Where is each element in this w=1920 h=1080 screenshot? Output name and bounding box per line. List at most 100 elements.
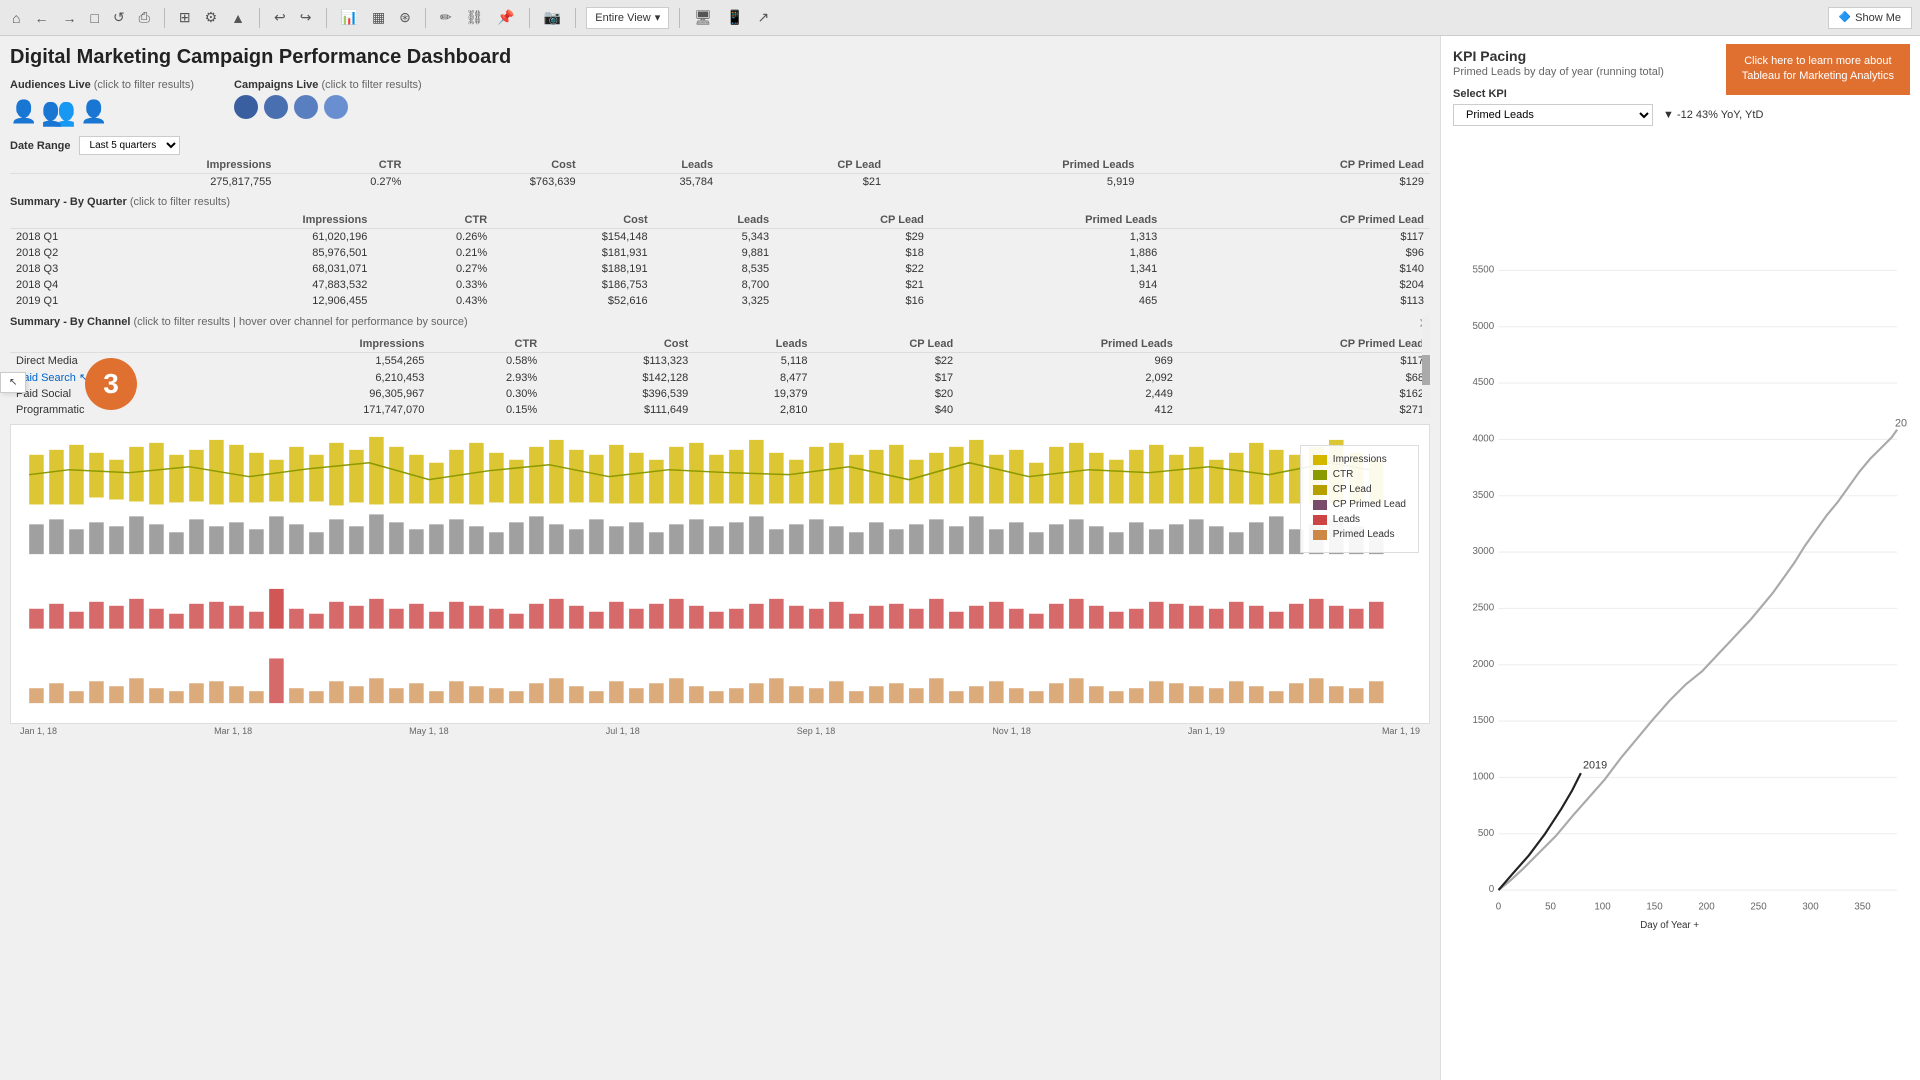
campaign-dot-2[interactable] — [264, 95, 288, 119]
left-panel: Digital Marketing Campaign Performance D… — [0, 36, 1440, 1080]
campaign-dot-4[interactable] — [324, 95, 348, 119]
audiences-label: Audiences Live (click to filter results) — [10, 79, 194, 91]
tableau-logo: 🔷 — [1839, 12, 1851, 23]
total-primed-leads: 5,919 — [887, 174, 1140, 191]
settings-icon[interactable]: ⚙ — [201, 7, 222, 28]
kpi-select[interactable]: Primed Leads — [1453, 104, 1653, 126]
x-label-50: 50 — [1545, 902, 1556, 913]
quarterly-row[interactable]: 2018 Q4 47,883,532 0.33% $186,753 8,700 … — [10, 277, 1430, 293]
x-label-350: 350 — [1854, 902, 1871, 913]
quarterly-row[interactable]: 2019 Q1 12,906,455 0.43% $52,616 3,325 $… — [10, 293, 1430, 309]
col-header-impressions: Impressions — [46, 157, 277, 174]
cursor-icon: ↖ — [9, 377, 17, 388]
sep6 — [575, 8, 576, 28]
legend-item-leads: Leads — [1313, 514, 1406, 525]
cta-line1: Click here to learn more about — [1742, 54, 1894, 69]
date-range-select[interactable]: Last 5 quarters — [79, 136, 180, 155]
col-header-primed-leads: Primed Leads — [887, 157, 1140, 174]
quarterly-row[interactable]: 2018 Q1 61,020,196 0.26% $154,148 5,343 … — [10, 229, 1430, 246]
pen-icon[interactable]: ✏ — [436, 7, 456, 28]
col-header-empty — [10, 157, 46, 174]
home-icon[interactable]: ⌂ — [8, 8, 24, 28]
audience-icon-1[interactable]: 👤 — [10, 99, 37, 125]
cta-line2: Tableau for Marketing Analytics — [1742, 69, 1894, 84]
y-label-500: 500 — [1478, 828, 1495, 839]
legend-color-cpprimedlead — [1313, 500, 1327, 510]
sep7 — [679, 8, 680, 28]
totals-section: Date Range Last 5 quarters Impressions C… — [10, 136, 1430, 190]
channel-row[interactable]: Direct Media 1,554,265 0.58% $113,323 5,… — [10, 353, 1430, 370]
audience-icon-3[interactable]: 👤 — [80, 99, 107, 125]
page-title: Digital Marketing Campaign Performance D… — [10, 46, 1430, 69]
scroll-thumb[interactable] — [1422, 355, 1430, 385]
channel-row[interactable]: Paid Social 96,305,967 0.30% $396,539 19… — [10, 386, 1430, 402]
highlight-icon[interactable]: ▲ — [227, 8, 249, 28]
totals-row: 275,817,755 0.27% $763,639 35,784 $21 5,… — [10, 174, 1430, 191]
totals-table: Impressions CTR Cost Leads CP Lead Prime… — [10, 157, 1430, 190]
quarterly-header: Summary - By Quarter (click to filter re… — [10, 196, 1430, 208]
sep3 — [326, 8, 327, 28]
quarterly-row[interactable]: 2018 Q2 85,976,501 0.21% $181,931 9,881 … — [10, 245, 1430, 261]
chart-icon[interactable]: 📊 — [337, 7, 362, 28]
quarterly-table: Impressions CTR Cost Leads CP Lead Prime… — [10, 212, 1430, 309]
y-label-3000: 3000 — [1472, 546, 1494, 557]
legend-color-leads — [1313, 515, 1327, 525]
quarterly-row[interactable]: 2018 Q3 68,031,071 0.27% $188,191 8,535 … — [10, 261, 1430, 277]
kpi-chart-svg: 5500 5000 4500 4000 3500 3000 2500 2000 … — [1453, 138, 1908, 1068]
kpi-2018-label: 2018 — [1895, 417, 1908, 429]
y-label-4000: 4000 — [1472, 434, 1494, 445]
channel-row[interactable]: Programmatic 171,747,070 0.15% $111,649 … — [10, 402, 1430, 418]
x-label-250: 250 — [1750, 902, 1767, 913]
kpi-2018-line — [1499, 430, 1898, 890]
campaigns-section: Campaigns Live (click to filter results) — [234, 79, 422, 128]
monitor-icon[interactable]: 🖥 — [690, 7, 716, 28]
filter-row: Audiences Live (click to filter results)… — [10, 79, 1430, 128]
undo-icon[interactable]: ↩ — [270, 7, 290, 28]
total-ctr: 0.27% — [277, 174, 407, 191]
home2-icon[interactable]: □ — [86, 8, 102, 28]
col-header-ctr: CTR — [277, 157, 407, 174]
filter-icon[interactable]: ⊛ — [395, 7, 415, 28]
campaigns-label: Campaigns Live (click to filter results) — [234, 79, 422, 91]
campaign-dot-1[interactable] — [234, 95, 258, 119]
view-mode-dropdown[interactable]: Entire View ▾ — [586, 7, 669, 29]
legend-color-primedleads — [1313, 530, 1327, 540]
x-label-300: 300 — [1802, 902, 1819, 913]
cta-button[interactable]: Click here to learn more about Tableau f… — [1726, 44, 1910, 95]
share-icon[interactable]: ↗ — [753, 7, 773, 28]
col-header-cp-lead: CP Lead — [719, 157, 887, 174]
x-label-100: 100 — [1594, 902, 1611, 913]
x-label-0: 0 — [1496, 902, 1502, 913]
audience-icon-2[interactable]: 👥 — [41, 95, 76, 128]
camera-icon[interactable]: 📷 — [540, 7, 565, 28]
layout-icon[interactable]: ⊞ — [175, 7, 195, 28]
y-label-4500: 4500 — [1472, 377, 1494, 388]
cost-bars — [29, 514, 1383, 554]
primed-leads-bars — [29, 658, 1383, 703]
y-label-5000: 5000 — [1472, 321, 1494, 332]
channel-header: Summary - By Channel (click to filter re… — [10, 316, 468, 328]
channel-row[interactable]: Paid Search ↖ 6,210,453 2.93% $142,128 8… — [10, 369, 1430, 386]
refresh-icon[interactable]: ↺ — [109, 7, 129, 28]
print-icon[interactable]: ⎙ — [135, 7, 154, 28]
campaign-dots[interactable] — [234, 95, 422, 119]
y-label-5500: 5500 — [1472, 265, 1494, 276]
bar-icon[interactable]: ▦ — [368, 7, 389, 28]
pin-icon[interactable]: 📌 — [493, 7, 518, 28]
redo-icon[interactable]: ↪ — [296, 7, 316, 28]
kpi-chart-area: 5500 5000 4500 4000 3500 3000 2500 2000 … — [1453, 138, 1908, 1068]
scroll-indicator[interactable] — [1422, 315, 1430, 418]
campaign-dot-3[interactable] — [294, 95, 318, 119]
audience-icons[interactable]: 👤 👥 👤 — [10, 95, 194, 128]
legend-color-impressions — [1313, 455, 1327, 465]
link-icon[interactable]: ⛓ — [462, 7, 488, 28]
y-label-1500: 1500 — [1472, 715, 1494, 726]
forward-icon[interactable]: → — [58, 8, 80, 28]
legend-item-impressions: Impressions — [1313, 454, 1406, 465]
back-icon[interactable]: ← — [30, 8, 52, 28]
show-me-button[interactable]: 🔷 Show Me — [1828, 7, 1912, 29]
date-range-label: Date Range — [10, 140, 71, 152]
x-axis-labels: Jan 1, 18 Mar 1, 18 May 1, 18 Jul 1, 18 … — [10, 724, 1430, 738]
tablet-icon[interactable]: 📱 — [722, 7, 747, 28]
right-panel: KPI Pacing Primed Leads by day of year (… — [1440, 36, 1920, 1080]
